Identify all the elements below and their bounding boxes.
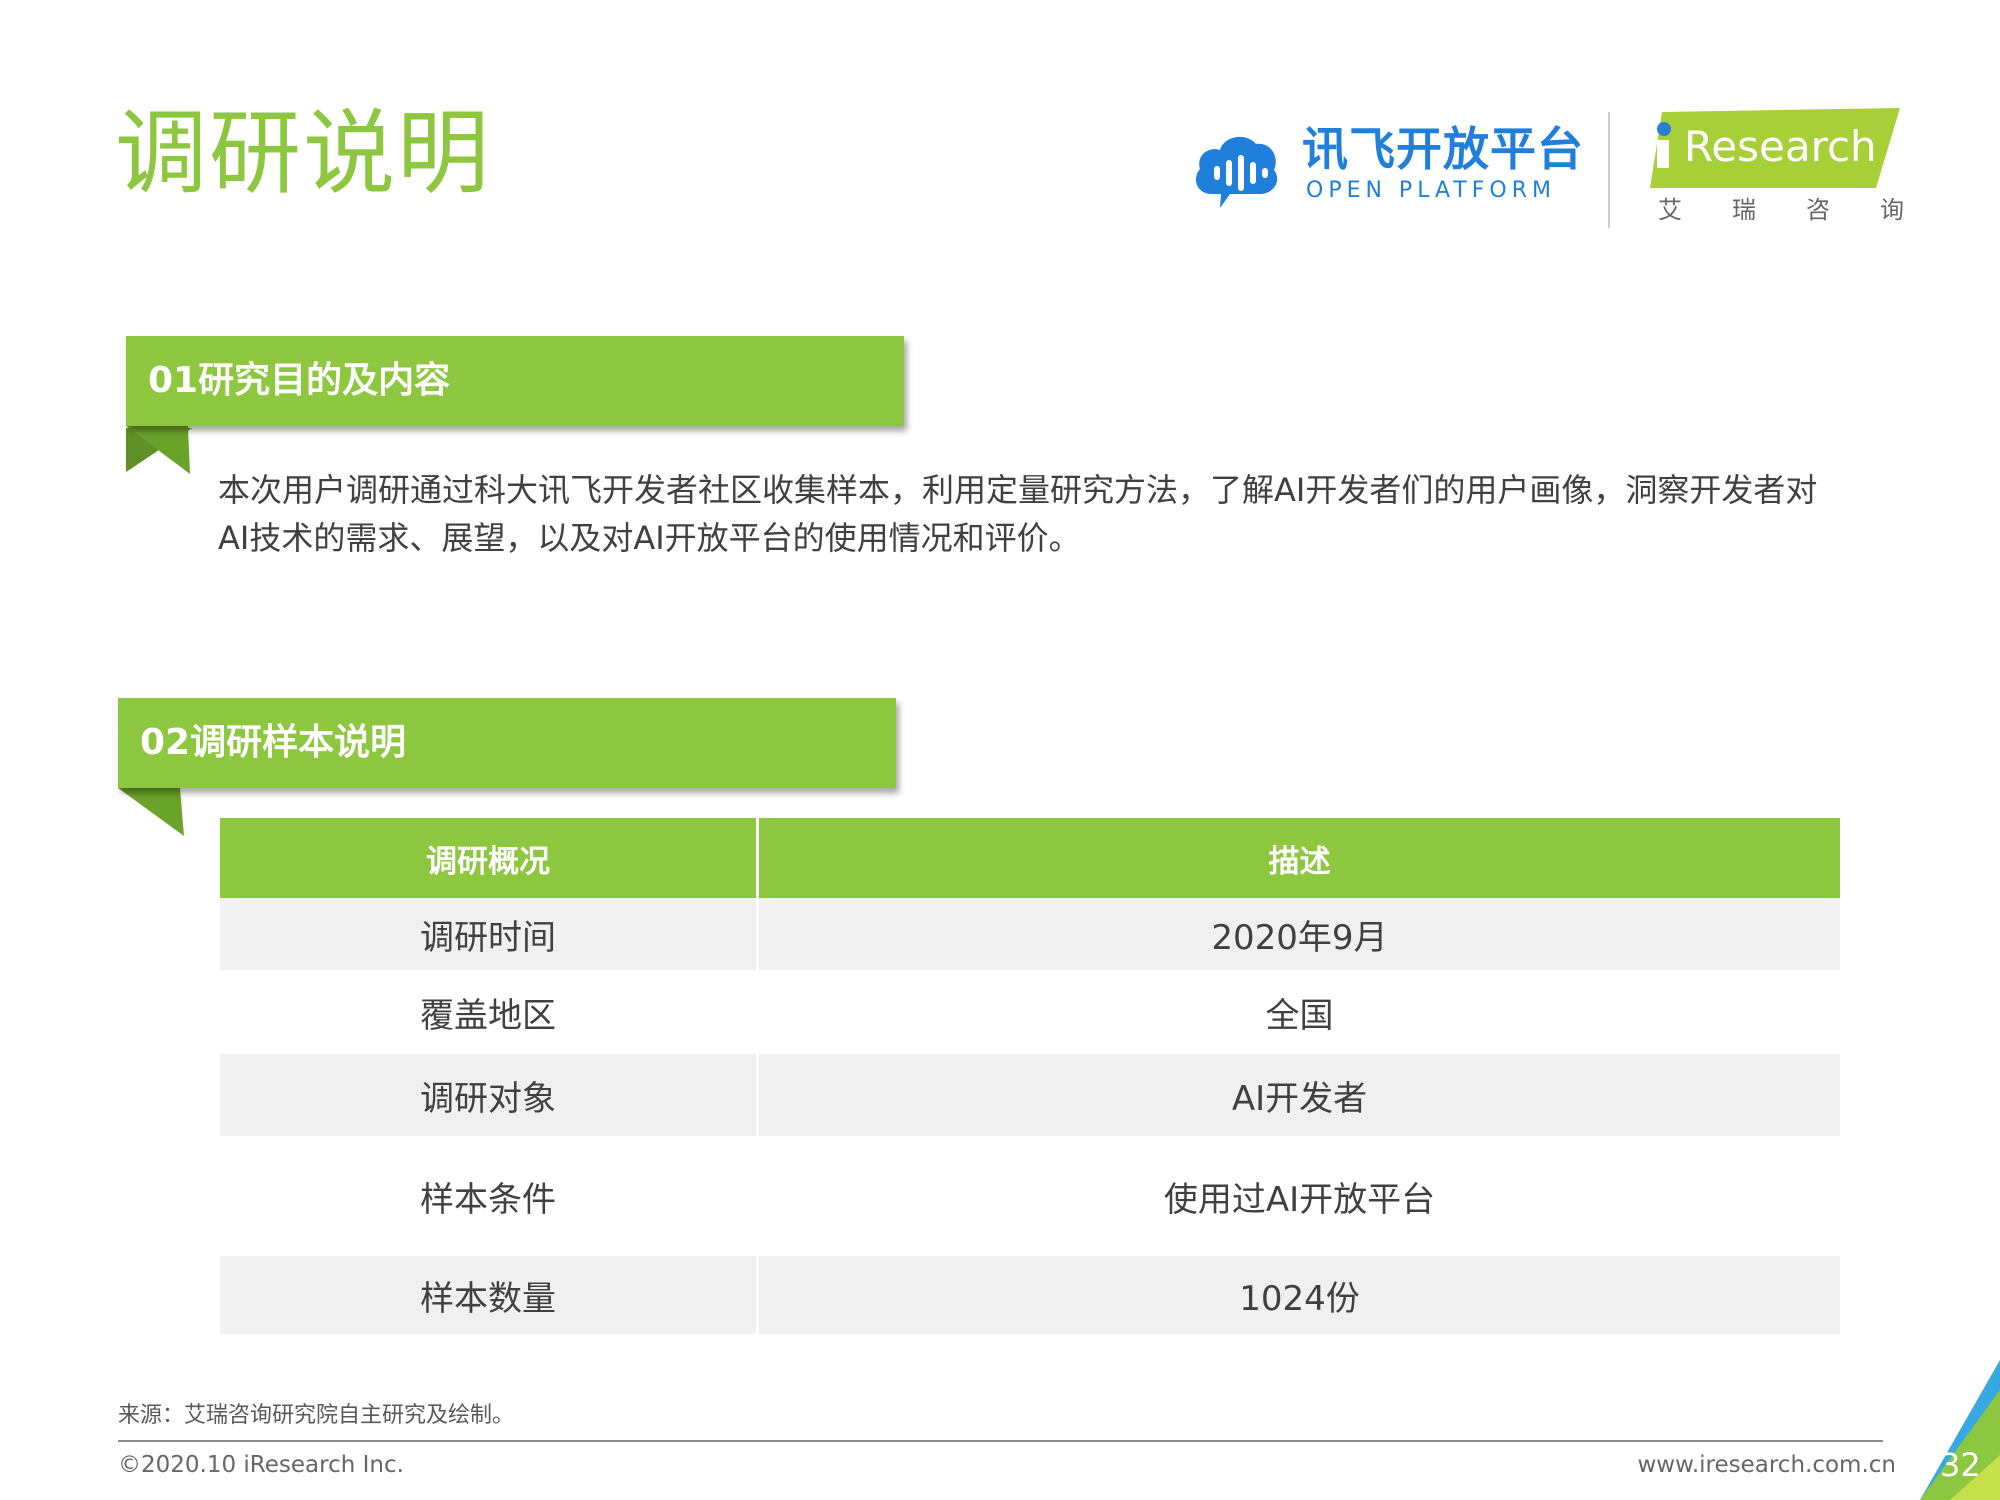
table-cell: 调研时间 <box>220 898 759 970</box>
table-row: 覆盖地区 全国 <box>220 970 1840 1054</box>
table-row: 样本条件 使用过AI开放平台 <box>220 1136 1840 1256</box>
table-cell: 覆盖地区 <box>220 970 759 1054</box>
iresearch-i-stem-icon <box>1657 140 1669 168</box>
section1-heading: 01研究目的及内容 <box>126 336 904 426</box>
table-cell: 使用过AI开放平台 <box>1163 1179 1436 1220</box>
section2-ribbon-icon <box>118 788 184 836</box>
page-number: 32 <box>1940 1446 1981 1484</box>
table-cell: 样本条件 <box>220 1136 759 1256</box>
xunfei-logo-text: 讯飞开放平台 <box>1302 122 1584 176</box>
table-cell: 样本数量 <box>220 1256 759 1334</box>
page-title: 调研说明 <box>115 100 492 207</box>
xunfei-logo-subtitle: OPEN PLATFORM <box>1306 178 1556 203</box>
table-cell: 1024份 <box>757 1256 1840 1334</box>
source-note: 来源：艾瑞咨询研究院自主研究及绘制。 <box>118 1403 515 1428</box>
logo-divider <box>1608 112 1610 228</box>
sample-table: 调研概况 描述 调研时间 2020年9月 覆盖地区 全国 调研对象 AI开发者 … <box>220 818 1840 1334</box>
website-link[interactable]: www.iresearch.com.cn <box>1638 1452 1897 1478</box>
iresearch-logo-text: Research <box>1684 122 1877 171</box>
table-cell: 调研对象 <box>220 1054 759 1136</box>
xunfei-cloud-logo-icon <box>1196 136 1278 208</box>
table-header-cell: 描述 <box>757 818 1840 898</box>
footer-divider <box>118 1440 1883 1442</box>
section1-body: 本次用户调研通过科大讯飞开发者社区收集样本，利用定量研究方法，了解AI开发者们的… <box>218 471 1818 557</box>
section1-ribbon-icon <box>126 426 190 474</box>
table-row: 调研对象 AI开发者 <box>220 1054 1840 1136</box>
table-header-cell: 调研概况 <box>220 818 759 898</box>
table-cell: 全国 <box>1265 995 1334 1036</box>
iresearch-logo-subtitle: 艾瑞咨询 <box>1658 196 1954 224</box>
iresearch-i-dot-icon <box>1657 122 1671 136</box>
copyright: ©2020.10 iResearch Inc. <box>118 1452 404 1478</box>
table-row: 样本数量 1024份 <box>220 1256 1840 1334</box>
table-header-row: 调研概况 描述 <box>220 818 1840 898</box>
section2-heading: 02调研样本说明 <box>118 698 896 788</box>
table-cell: 2020年9月 <box>757 898 1840 970</box>
table-cell: AI开发者 <box>757 1054 1840 1136</box>
table-row: 调研时间 2020年9月 <box>220 898 1840 970</box>
